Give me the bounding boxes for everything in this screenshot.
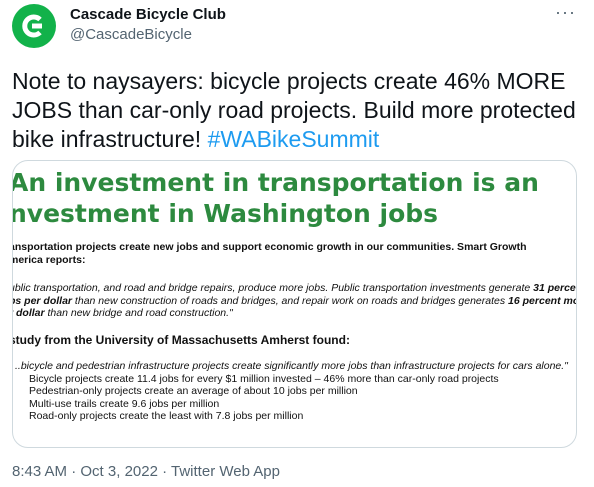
quote-emphasis: r dollar bbox=[12, 307, 45, 319]
image-heading-line1: An investment in transportation is an bbox=[12, 168, 539, 197]
image-quote-line3: r dollar than new bridge and road constr… bbox=[12, 307, 576, 320]
image-heading-line2: nvestment in Washington jobs bbox=[12, 199, 439, 228]
tweet-text: Note to naysayers: bicycle projects crea… bbox=[12, 67, 584, 154]
image-bullet: Bicycle projects create 11.4 jobs for ev… bbox=[29, 372, 499, 385]
image-bullet: Pedestrian-only projects create an avera… bbox=[29, 385, 358, 397]
image-content: An investment in transportation is an nv… bbox=[12, 167, 576, 423]
image-quote-line2: bs per dollar than new construction of r… bbox=[12, 294, 576, 308]
display-name[interactable]: Cascade Bicycle Club bbox=[70, 6, 226, 23]
image-intro-line2: merica reports: bbox=[12, 253, 86, 266]
separator: · bbox=[67, 463, 81, 480]
hashtag-link[interactable]: #WABikeSummit bbox=[208, 126, 380, 152]
image-bullet: Road-only projects create the least with… bbox=[29, 410, 304, 422]
image-intro-line1: ansportation projects create new jobs an… bbox=[12, 241, 527, 253]
image-quote-line1: ublic transportation, and road and bridg… bbox=[12, 282, 576, 295]
more-options-button[interactable]: ··· bbox=[555, 2, 576, 23]
quote-emphasis: bs per dollar bbox=[12, 294, 73, 307]
image-study-heading: study from the University of Massachuset… bbox=[12, 332, 350, 347]
tweet-source: Twitter Web App bbox=[171, 463, 280, 480]
media-image[interactable]: An investment in transportation is an nv… bbox=[12, 160, 577, 448]
image-bullet: Multi-use trails create 9.6 jobs per mil… bbox=[29, 397, 220, 410]
avatar[interactable] bbox=[12, 4, 56, 48]
quote-text: ublic transportation, and road and bridg… bbox=[12, 282, 534, 294]
tweet-date-link[interactable]: Oct 3, 2022 bbox=[80, 463, 158, 480]
tweet-meta: 8:43 AM · Oct 3, 2022 · Twitter Web App bbox=[12, 463, 280, 480]
image-study-quote: ..bicycle and pedestrian infrastructure … bbox=[15, 360, 568, 372]
tweet-time-link[interactable]: 8:43 AM bbox=[12, 463, 67, 480]
cascade-logo-icon bbox=[22, 14, 42, 38]
user-handle[interactable]: @CascadeBicycle bbox=[70, 26, 192, 43]
quote-emphasis: 16 percent more j bbox=[508, 294, 576, 307]
quote-emphasis: 31 percent m bbox=[533, 282, 576, 294]
quote-text: than new bridge and road construction." bbox=[44, 307, 233, 319]
separator: · bbox=[157, 463, 172, 480]
quote-text: than new construction of roads and bridg… bbox=[72, 294, 509, 307]
